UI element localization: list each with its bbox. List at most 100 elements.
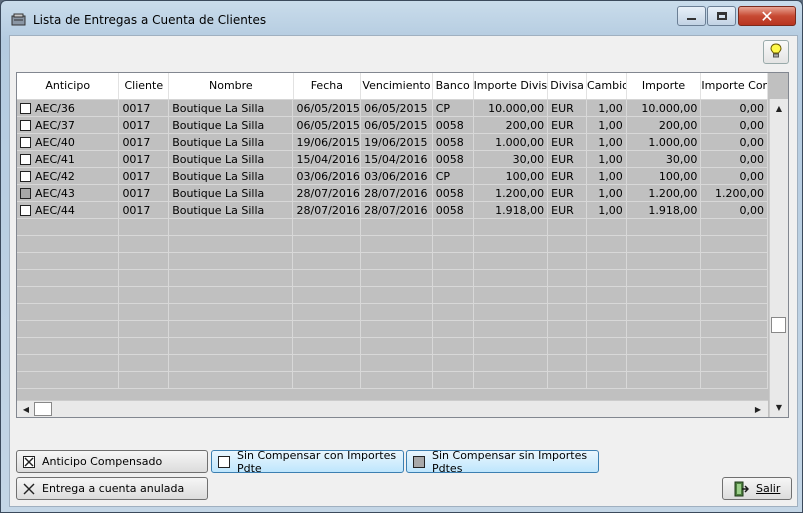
cell-cliente xyxy=(119,372,170,389)
column-header[interactable]: Importe xyxy=(627,73,702,99)
legend-anticipo-compensado[interactable]: Anticipo Compensado xyxy=(16,450,208,473)
anticipo-text: AEC/42 xyxy=(35,170,75,183)
cell-banco xyxy=(432,253,474,270)
cell-cliente xyxy=(119,355,170,372)
cell-importe-com: 0,00 xyxy=(701,100,768,117)
table-row[interactable]: AEC/43 0017 Boutique La Silla 28/07/2016 28/… xyxy=(17,185,768,202)
cell-vencimiento: 15/04/2016 xyxy=(361,151,433,168)
cell-banco xyxy=(432,355,474,372)
table-row[interactable]: AEC/41 0017 Boutique La Silla 15/04/2016 15/… xyxy=(17,151,768,168)
scroll-left-icon[interactable]: ◀ xyxy=(18,401,34,417)
cell-vencimiento xyxy=(361,270,433,287)
maximize-button[interactable] xyxy=(707,6,736,26)
cell-banco xyxy=(432,338,474,355)
empty-row xyxy=(17,338,768,355)
horizontal-scroll-thumb[interactable] xyxy=(34,402,52,416)
scroll-right-icon[interactable]: ▶ xyxy=(750,401,766,417)
anticipo-text: AEC/40 xyxy=(35,136,75,149)
cell-cambio: 1,00 xyxy=(586,134,627,151)
grey-box-icon xyxy=(413,455,425,468)
minimize-icon xyxy=(687,18,696,20)
row-status-checkbox[interactable] xyxy=(20,205,31,216)
scroll-up-icon[interactable]: ▲ xyxy=(771,100,787,116)
exit-button[interactable]: Salir xyxy=(722,477,792,500)
cell-importe xyxy=(626,372,702,389)
cell-importe-com: 1.200,00 xyxy=(701,185,768,202)
row-status-checkbox[interactable] xyxy=(20,137,31,148)
cell-importe xyxy=(626,236,702,253)
vertical-scrollbar[interactable]: ▲ ▼ xyxy=(769,99,788,417)
cell-importe xyxy=(626,253,702,270)
cell-fecha: 15/04/2016 xyxy=(293,151,362,168)
cell-vencimiento: 28/07/2016 xyxy=(361,185,433,202)
legend-sin-compensar-con-importes[interactable]: Sin Compensar con Importes Pdte xyxy=(211,449,404,475)
legend-entrega-anulada[interactable]: Entrega a cuenta anulada xyxy=(16,477,208,500)
column-header[interactable]: Anticipo xyxy=(17,73,120,99)
cell-nombre xyxy=(169,236,294,253)
minimize-button[interactable] xyxy=(677,6,706,26)
column-header[interactable]: Nombre xyxy=(169,73,294,99)
cell-divisa xyxy=(548,253,587,270)
cell-banco: 0058 xyxy=(432,117,474,134)
vertical-scroll-thumb[interactable] xyxy=(771,317,786,333)
row-status-checkbox[interactable] xyxy=(20,120,31,131)
row-status-checkbox[interactable] xyxy=(20,171,31,182)
cell-anticipo: AEC/44 xyxy=(17,202,120,219)
cell-cliente: 0017 xyxy=(119,100,170,117)
legend-sin-compensar-sin-importes[interactable]: Sin Compensar sin Importes Pdtes xyxy=(406,449,599,475)
help-button[interactable] xyxy=(763,40,789,64)
cell-fecha xyxy=(293,270,362,287)
cell-banco xyxy=(432,236,474,253)
cell-importe-divisa: 30,00 xyxy=(473,151,549,168)
cell-fecha: 03/06/2016 xyxy=(293,168,362,185)
cell-fecha: 28/07/2016 xyxy=(293,185,362,202)
cell-banco: 0058 xyxy=(432,134,474,151)
title-bar[interactable]: Lista de Entregas a Cuenta de Clientes ✕ xyxy=(1,1,802,35)
row-status-checkbox[interactable] xyxy=(20,188,31,199)
scroll-down-icon[interactable]: ▼ xyxy=(771,399,787,415)
table-row[interactable]: AEC/44 0017 Boutique La Silla 28/07/2016 28/… xyxy=(17,202,768,219)
window-title: Lista de Entregas a Cuenta de Clientes xyxy=(33,13,267,27)
column-header[interactable]: Divisa xyxy=(548,73,587,99)
column-header[interactable]: Fecha xyxy=(294,73,362,99)
cell-importe: 30,00 xyxy=(626,151,702,168)
row-status-checkbox[interactable] xyxy=(20,154,31,165)
column-header[interactable]: Cambio xyxy=(587,73,627,99)
column-header[interactable]: Banco xyxy=(433,73,474,99)
cell-vencimiento xyxy=(361,372,433,389)
cell-cliente: 0017 xyxy=(119,117,170,134)
table-row[interactable]: AEC/42 0017 Boutique La Silla 03/06/2016 03/… xyxy=(17,168,768,185)
close-icon: ✕ xyxy=(760,6,774,26)
cell-importe xyxy=(626,304,702,321)
window-app-icon xyxy=(11,13,27,26)
cell-banco xyxy=(432,219,474,236)
column-header[interactable]: Importe Com xyxy=(701,73,769,99)
cell-banco xyxy=(432,270,474,287)
cell-divisa: EUR xyxy=(548,185,587,202)
cell-nombre xyxy=(169,321,294,338)
cell-fecha: 06/05/2015 xyxy=(293,100,362,117)
cell-banco xyxy=(432,372,474,389)
column-header[interactable]: Vencimiento xyxy=(361,73,433,99)
anticipo-text: AEC/37 xyxy=(35,119,75,132)
close-button[interactable]: ✕ xyxy=(738,6,796,26)
horizontal-scrollbar[interactable]: ◀ ▶ xyxy=(17,400,768,417)
table-row[interactable]: AEC/40 0017 Boutique La Silla 19/06/2015 19/… xyxy=(17,134,768,151)
cell-anticipo: AEC/36 xyxy=(17,100,120,117)
empty-row xyxy=(17,236,768,253)
cell-cambio: 1,00 xyxy=(586,168,627,185)
row-status-checkbox[interactable] xyxy=(20,103,31,114)
cell-vencimiento xyxy=(361,304,433,321)
cell-nombre xyxy=(169,338,294,355)
cell-anticipo xyxy=(17,321,120,338)
cell-divisa xyxy=(548,219,587,236)
table-row[interactable]: AEC/36 0017 Boutique La Silla 06/05/2015 06/… xyxy=(17,100,768,117)
cell-cambio: 1,00 xyxy=(586,202,627,219)
table-row[interactable]: AEC/37 0017 Boutique La Silla 06/05/2015 06/… xyxy=(17,117,768,134)
column-header[interactable]: Cliente xyxy=(119,73,170,99)
cell-importe-com: 0,00 xyxy=(701,117,768,134)
cell-cambio: 1,00 xyxy=(586,100,627,117)
column-header[interactable]: Importe Divisa xyxy=(474,73,549,99)
checked-box-icon xyxy=(23,455,35,468)
cell-fecha xyxy=(293,372,362,389)
